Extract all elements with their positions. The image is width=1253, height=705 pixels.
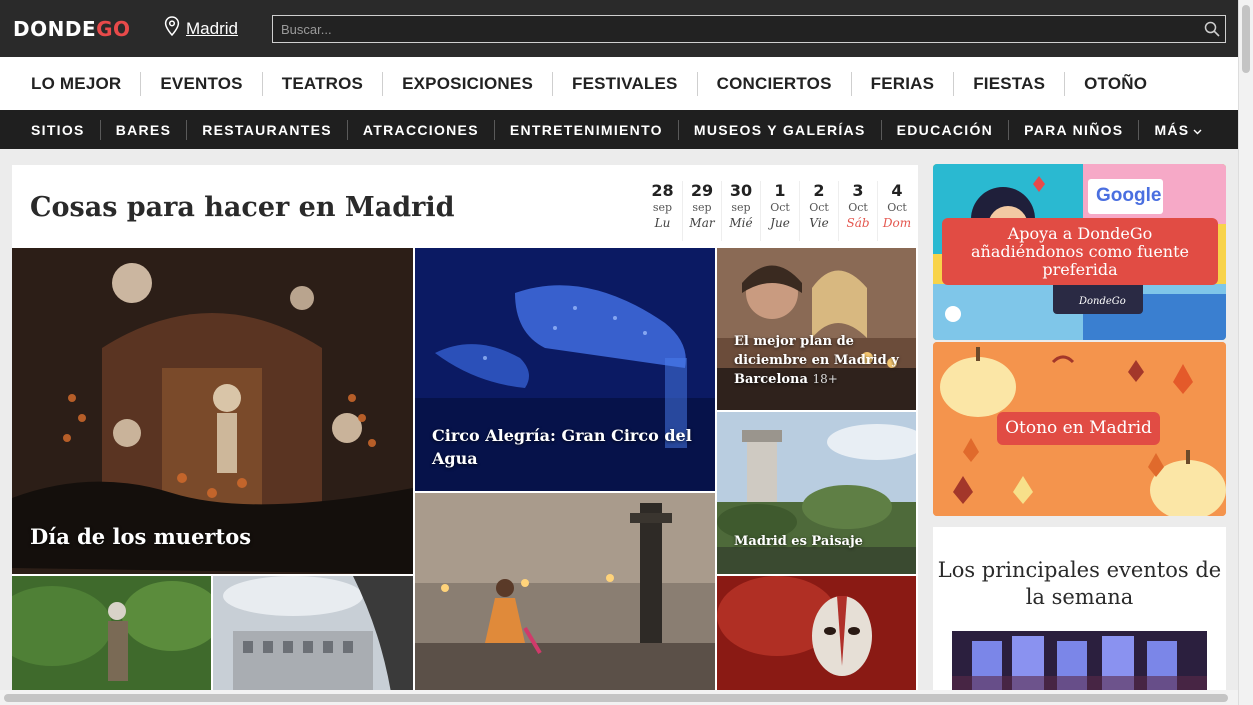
tile-caption: Circo Alegría: Gran Circo del Agua bbox=[432, 426, 692, 468]
weekly-events-title: Los principales eventos de la semana bbox=[937, 558, 1222, 609]
date-day: Vie bbox=[809, 216, 829, 230]
event-tile-circo-alegria[interactable]: Circo Alegría: Gran Circo del Agua bbox=[415, 248, 715, 491]
date-month: Oct bbox=[809, 201, 829, 214]
nav-item-otono[interactable]: OTOÑO bbox=[1065, 72, 1166, 96]
age-badge: 18+ bbox=[812, 372, 838, 386]
tile-image-forest bbox=[12, 576, 211, 705]
event-tile-image[interactable] bbox=[12, 576, 211, 705]
tile-image-runner bbox=[415, 493, 715, 705]
page-title: Cosas para hacer en Madrid bbox=[30, 192, 455, 223]
nav-item-festivales[interactable]: FESTIVALES bbox=[553, 71, 698, 96]
ad-cta-label: Otono en Madrid bbox=[997, 412, 1160, 445]
date-number: 30 bbox=[729, 181, 753, 200]
date-number: 28 bbox=[651, 181, 674, 200]
date-number: 4 bbox=[891, 181, 903, 200]
event-tile-image[interactable] bbox=[213, 576, 413, 705]
top-header: DONDEGO Madrid bbox=[0, 0, 1238, 57]
date-item[interactable]: 4 Oct Dom bbox=[877, 181, 916, 241]
event-tile-plan-diciembre[interactable]: El mejor plan de diciembre en Madrid y B… bbox=[717, 248, 916, 410]
date-month: sep bbox=[692, 201, 712, 214]
nav2-item-educacion[interactable]: EDUCACIÓN bbox=[882, 119, 1010, 140]
primary-nav: LO MEJOR EVENTOS TEATROS EXPOSICIONES FE… bbox=[0, 57, 1238, 110]
date-item[interactable]: 28 sep Lu bbox=[643, 181, 682, 241]
scrollbar-thumb[interactable] bbox=[4, 694, 1228, 702]
sidebar-ad-dondego[interactable]: Google DondeGo Apoya a DondeGo añadiéndo… bbox=[933, 164, 1226, 340]
date-day: Sáb bbox=[846, 216, 870, 230]
location-selector[interactable]: Madrid bbox=[164, 16, 238, 41]
tile-image-paisaje bbox=[717, 412, 916, 574]
weekly-events-panel: Los principales eventos de la semana bbox=[933, 527, 1226, 705]
nav2-item-museos[interactable]: MUSEOS Y GALERÍAS bbox=[679, 119, 882, 140]
event-tile-dia-de-los-muertos[interactable]: Día de los muertos bbox=[12, 248, 413, 574]
horizontal-scrollbar[interactable] bbox=[0, 690, 1238, 705]
nav2-item-entretenimiento[interactable]: ENTRETENIMIENTO bbox=[495, 119, 679, 140]
search-bar bbox=[272, 15, 1226, 43]
date-number: 29 bbox=[690, 181, 714, 200]
site-logo[interactable]: DONDEGO bbox=[13, 17, 131, 41]
nav-item-conciertos[interactable]: CONCIERTOS bbox=[698, 71, 852, 96]
date-day: Jue bbox=[770, 216, 790, 230]
nav2-item-mas[interactable]: MÁS bbox=[1139, 120, 1217, 140]
event-tile-image[interactable] bbox=[717, 576, 916, 705]
search-input[interactable] bbox=[273, 16, 1199, 42]
date-month: Oct bbox=[770, 201, 790, 214]
date-item[interactable]: 3 Oct Sáb bbox=[838, 181, 877, 241]
tile-caption: Día de los muertos bbox=[30, 524, 252, 549]
nav-item-lo-mejor[interactable]: LO MEJOR bbox=[12, 71, 142, 96]
date-day: Mié bbox=[729, 216, 753, 230]
nav-item-teatros[interactable]: TEATROS bbox=[263, 71, 384, 96]
nav-item-eventos[interactable]: EVENTOS bbox=[141, 71, 263, 96]
search-icon[interactable] bbox=[1199, 21, 1225, 37]
tile-caption: Madrid es Paisaje bbox=[734, 534, 863, 549]
chevron-down-icon bbox=[1193, 120, 1202, 140]
date-number: 2 bbox=[813, 181, 825, 200]
nav2-item-bares[interactable]: BARES bbox=[101, 119, 188, 140]
nav-item-ferias[interactable]: FERIAS bbox=[852, 71, 955, 96]
date-month: sep bbox=[652, 201, 673, 214]
date-month: Oct bbox=[887, 201, 907, 214]
logo-text-right: GO bbox=[96, 17, 131, 41]
sidebar-ad-otono[interactable]: Otono en Madrid bbox=[933, 342, 1226, 516]
main-panel: Cosas para hacer en Madrid 28 sep Lu 29 sep… bbox=[12, 165, 918, 705]
date-month: sep bbox=[731, 201, 751, 214]
ad-cta-label: Apoya a DondeGo añadiéndonos como fuente… bbox=[942, 218, 1218, 285]
dondego-brand: DondeGo bbox=[1079, 296, 1126, 307]
tile-image-horror bbox=[717, 576, 916, 705]
event-tile-madrid-es-paisaje[interactable]: Madrid es Paisaje bbox=[717, 412, 916, 574]
vertical-scrollbar[interactable] bbox=[1238, 0, 1253, 705]
logo-text-left: DONDE bbox=[13, 17, 97, 41]
date-item[interactable]: 30 sep Mié bbox=[721, 181, 760, 241]
date-item[interactable]: 1 Oct Jue bbox=[760, 181, 799, 241]
secondary-nav: SITIOS BARES RESTAURANTES ATRACCIONES EN… bbox=[0, 110, 1238, 149]
nav2-item-para-ninos[interactable]: PARA NIÑOS bbox=[1009, 119, 1140, 140]
location-pin-icon bbox=[164, 16, 180, 41]
date-selector: 28 sep Lu 29 sep Mar 30 sep Mié 1 Oct Jue 2 Oct Vi… bbox=[643, 181, 916, 241]
location-link[interactable]: Madrid bbox=[186, 19, 238, 39]
nav2-item-restaurantes[interactable]: RESTAURANTES bbox=[187, 119, 348, 140]
date-number: 1 bbox=[774, 181, 786, 200]
nav2-item-sitios[interactable]: SITIOS bbox=[16, 119, 101, 140]
nav-item-exposiciones[interactable]: EXPOSICIONES bbox=[383, 71, 553, 96]
date-item[interactable]: 2 Oct Vie bbox=[799, 181, 838, 241]
nav2-item-atracciones[interactable]: ATRACCIONES bbox=[348, 119, 495, 140]
tile-image-building bbox=[213, 576, 413, 705]
tile-caption: El mejor plan de diciembre en Madrid y B… bbox=[734, 332, 909, 389]
nav-item-fiestas[interactable]: FIESTAS bbox=[954, 71, 1066, 96]
date-day: Mar bbox=[689, 216, 715, 230]
google-logo: Google bbox=[1096, 185, 1162, 206]
date-item[interactable]: 29 sep Mar bbox=[682, 181, 721, 241]
event-tile-image[interactable] bbox=[415, 493, 715, 705]
date-month: Oct bbox=[848, 201, 868, 214]
date-day: Dom bbox=[882, 216, 912, 230]
date-day: Lu bbox=[654, 216, 671, 230]
scrollbar-thumb[interactable] bbox=[1242, 5, 1250, 73]
date-number: 3 bbox=[852, 181, 864, 200]
nav2-item-mas-label: MÁS bbox=[1154, 121, 1190, 138]
